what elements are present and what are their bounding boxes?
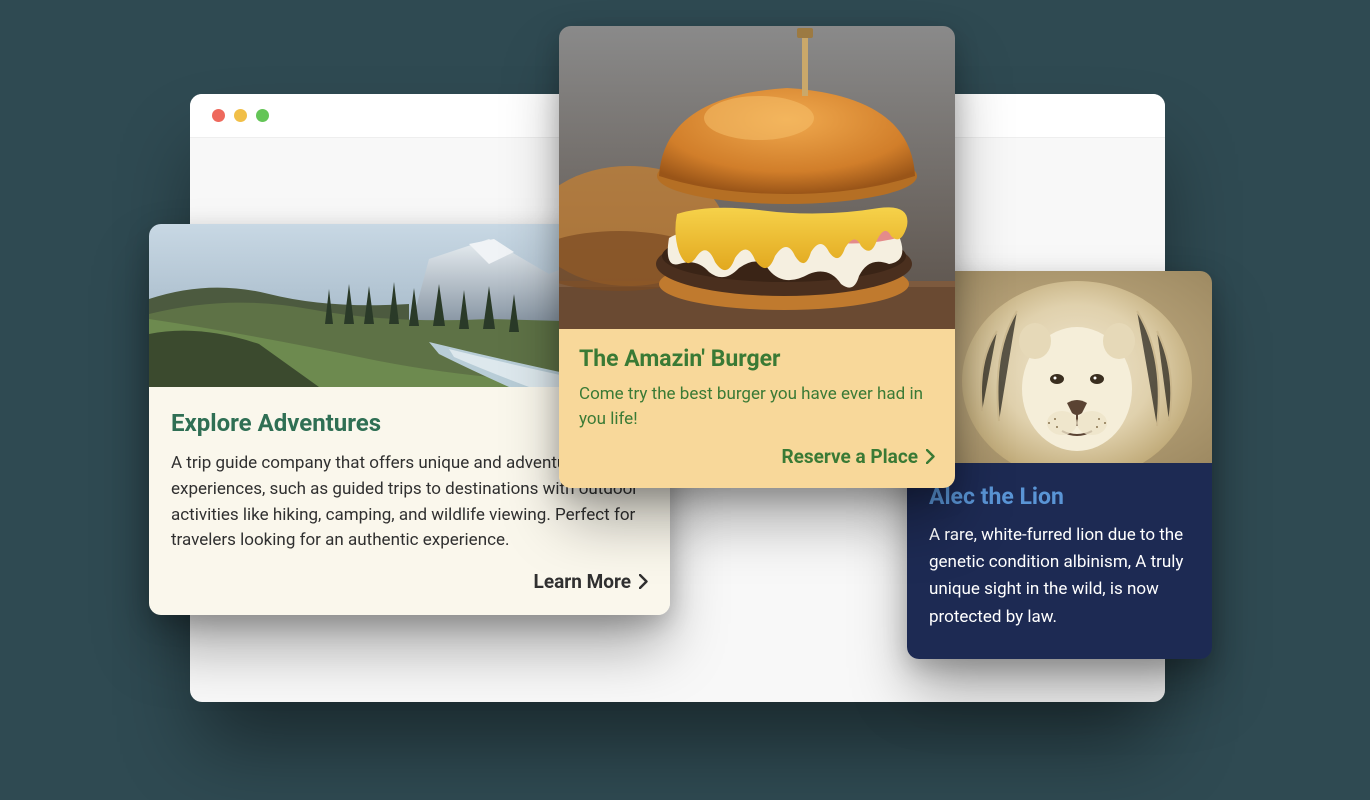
card-title: Alec the Lion <box>929 483 1190 510</box>
chevron-right-icon <box>639 574 648 589</box>
cta-label: Learn More <box>534 570 631 593</box>
reserve-button[interactable]: Reserve a Place <box>579 445 935 468</box>
card-body: Alec the Lion A rare, white-furred lion … <box>907 463 1212 659</box>
minimize-icon[interactable] <box>234 109 247 122</box>
maximize-icon[interactable] <box>256 109 269 122</box>
card-image-burger <box>559 26 955 329</box>
card-body: The Amazin' Burger Come try the best bur… <box>559 329 955 488</box>
learn-more-button[interactable]: Learn More <box>171 570 648 593</box>
traffic-lights <box>212 109 269 122</box>
card-title: The Amazin' Burger <box>579 345 935 372</box>
cta-label: Reserve a Place <box>781 445 918 468</box>
chevron-right-icon <box>926 449 935 464</box>
close-icon[interactable] <box>212 109 225 122</box>
card-burger: The Amazin' Burger Come try the best bur… <box>559 26 955 488</box>
card-description: A rare, white-furred lion due to the gen… <box>929 522 1190 631</box>
card-description: Come try the best burger you have ever h… <box>579 382 935 431</box>
